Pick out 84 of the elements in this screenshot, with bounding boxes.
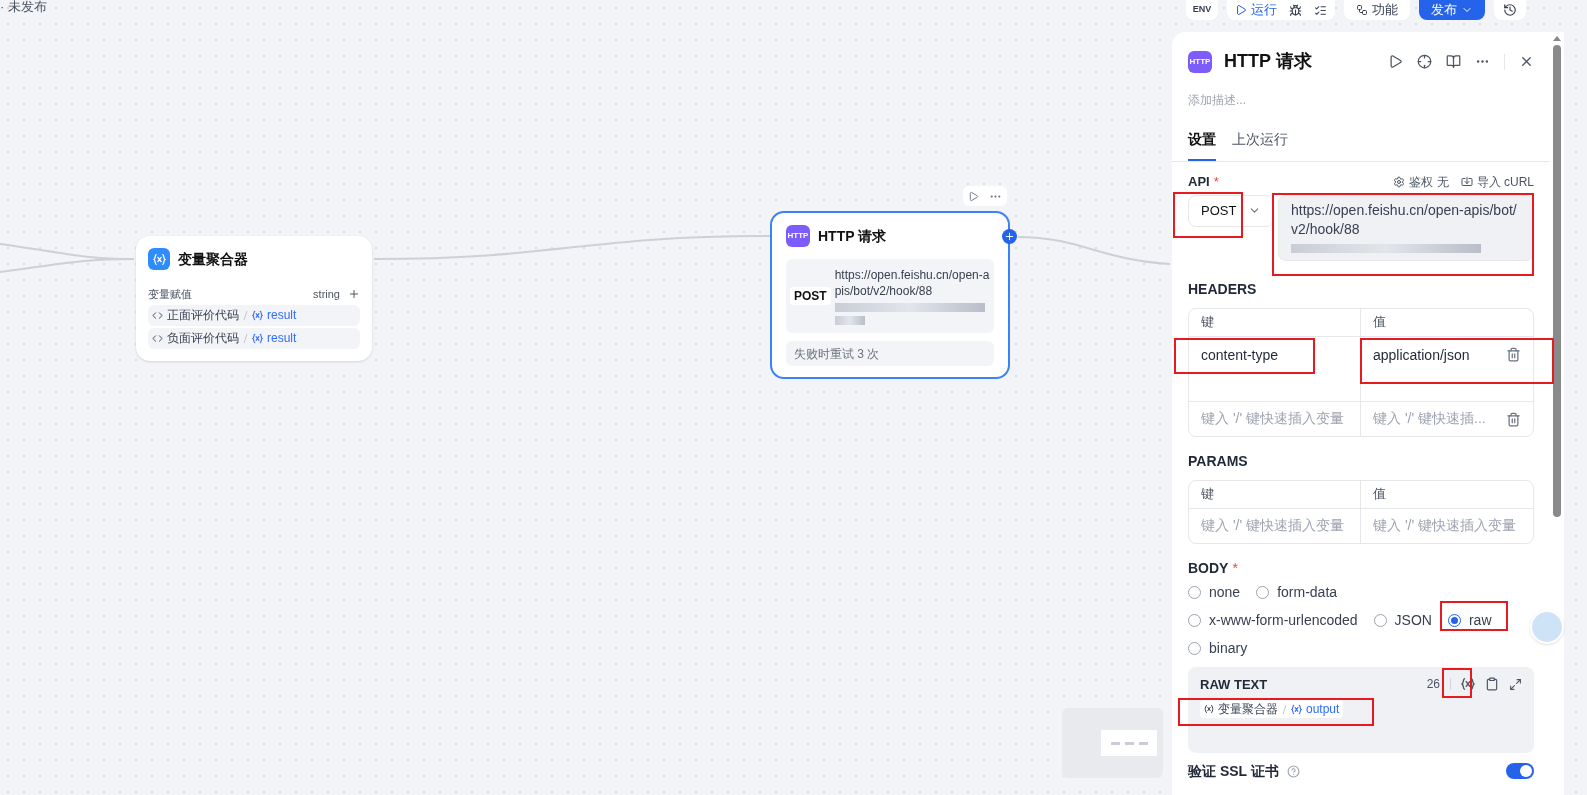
minimap-nodes-drawing [1101,730,1157,756]
variable-name: result [267,307,297,324]
history-icon [1503,3,1517,17]
column-header: 键 [1201,485,1214,504]
code-icon [152,332,163,344]
import-icon [1460,175,1473,188]
code-icon [152,309,163,321]
source-name: 正面评价代码 [167,307,239,324]
required-mark: * [1232,558,1238,578]
run-button[interactable]: 运行 [1235,0,1277,20]
play-icon [1235,4,1247,16]
column-header: 值 [1373,485,1386,504]
section-title: BODY [1188,558,1229,578]
raw-text-editor[interactable]: RAW TEXT 26 变量聚合器 output [1188,666,1534,753]
section-label: 变量赋值 [148,287,192,302]
tab[interactable]: 设置 [1188,129,1216,161]
retry-info: 失败时重试 3 次 [786,341,994,366]
value-input[interactable]: application/json [1373,344,1470,401]
character-count: 26 [1426,676,1440,694]
node-card[interactable]: HTTP HTTP 请求 POST https://open.feishu.cn/open-apis/bot/v2/hook/88 失败时重试 3 次 [770,211,1010,379]
clipboard-icon[interactable] [1485,677,1499,692]
import-curl-link[interactable]: 导入 cURL [1460,172,1534,191]
body-type-radio[interactable]: form-data [1256,582,1338,603]
panel-title: HTTP 请求 [1224,50,1312,73]
nodes-icon [1356,4,1368,16]
delete-icon[interactable] [1506,412,1521,427]
url-input[interactable]: https://open.feishu.cn/open-apis/bot/v2/hook/88 [1278,194,1534,261]
body-type-radio[interactable]: raw [1447,610,1492,631]
expand-icon[interactable] [1509,677,1522,691]
add-icon[interactable] [348,288,360,301]
locate-icon[interactable] [1417,54,1432,69]
publish-button[interactable]: 发布 [1419,0,1485,20]
debug-icon[interactable] [1289,3,1302,17]
column-header: 键 [1201,313,1214,332]
body-type-radio[interactable]: binary [1188,638,1248,659]
toggle-switch[interactable] [1506,763,1534,779]
tab[interactable]: 上次运行 [1232,129,1288,161]
insert-variable-icon [1461,677,1475,692]
slash-separator-icon [243,309,248,321]
section-title: API [1188,173,1210,191]
ssl-label: 验证 SSL 证书 [1188,761,1279,781]
editor-title: RAW TEXT [1200,675,1268,694]
method-badge: POST [790,287,831,305]
publish-status: · 未发布 [0,0,47,14]
variable-icon [252,332,263,344]
body-type-radio[interactable]: x-www-form-urlencoded [1188,610,1358,631]
body-type-radio[interactable]: none [1188,582,1241,603]
close-icon[interactable] [1519,54,1534,69]
gear-icon [1393,175,1406,188]
node-card[interactable]: 变量聚合器 变量赋值 string 正面评价代码 result 负面评价代码 result [136,236,372,361]
body-type-radio[interactable]: JSON [1373,610,1432,631]
source-name: 负面评价代码 [167,330,239,347]
node-title: HTTP 请求 [818,226,887,246]
run-icon[interactable] [1388,54,1403,69]
required-mark: * [1213,173,1219,191]
variable-chip: 变量聚合器 output [1200,700,1344,718]
variable-icon [252,309,263,321]
section-title: PARAMS [1188,451,1249,471]
blurred-text-drawing [834,316,865,325]
history-button[interactable] [1494,0,1526,20]
variable-icon [1204,704,1214,714]
url-text: https://open.feishu.cn/open-apis/bot/v2/hook/88 [1291,200,1518,239]
features-button[interactable]: 功能 [1344,0,1410,20]
highlight-frame [1173,192,1243,238]
run-icon[interactable] [968,190,979,202]
column-header: 值 [1373,313,1386,332]
section-title: HEADERS [1188,279,1258,299]
key-input[interactable]: content-type [1201,344,1279,401]
book-icon[interactable] [1446,54,1461,69]
http-node-icon: HTTP [786,225,810,247]
auth-link[interactable]: 鉴权 无 [1393,172,1449,191]
variable-icon [1291,703,1302,715]
slash-separator-icon [1282,703,1287,715]
node-title: 变量聚合器 [178,249,248,269]
delete-icon[interactable] [1506,346,1521,362]
variable-name: result [267,330,297,347]
highlight-frame [1440,601,1508,631]
slash-separator-icon [243,332,248,344]
http-node-icon: HTTP [1188,50,1212,73]
type-label: string [313,287,340,302]
url-text: https://open.feishu.cn/open-apis/bot/v2/hook/88 [834,267,990,299]
env-button[interactable]: ENV [1186,0,1218,20]
checklist-icon[interactable] [1314,3,1327,17]
highlight-frame [1442,668,1472,698]
